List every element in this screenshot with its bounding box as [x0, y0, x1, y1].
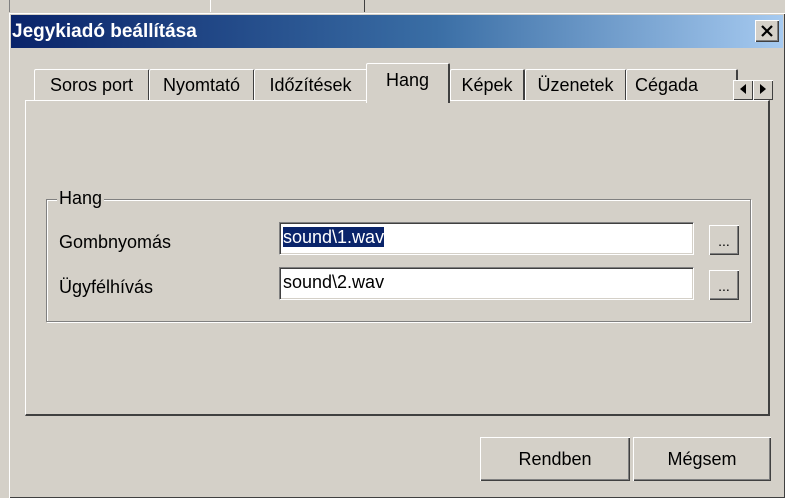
tab-soros-port[interactable]: Soros port: [34, 69, 150, 101]
tab-uzenetek[interactable]: Üzenetek: [525, 69, 627, 101]
tab-panel-hang: Hang Gombnyomás sound\1.wav ... Ügyfélhí…: [25, 100, 770, 416]
window-title: Jegykiadó beállítása: [12, 20, 197, 42]
cancel-button-label: Mégsem: [667, 448, 737, 469]
arrow-right-icon: [759, 81, 767, 99]
title-bar[interactable]: Jegykiadó beállítása: [11, 15, 783, 48]
input-value: sound\1.wav: [283, 227, 385, 247]
tab-scroll-right-button[interactable]: [753, 80, 773, 100]
tab-label: Nyomtató: [162, 75, 241, 95]
customer-call-sound-input[interactable]: sound\2.wav: [279, 267, 694, 300]
button-press-browse-button[interactable]: ...: [709, 225, 739, 255]
arrow-left-icon: [739, 81, 747, 99]
tab-idozitesek[interactable]: Időzítések: [254, 69, 368, 101]
tab-nyomtato[interactable]: Nyomtató: [149, 69, 255, 101]
button-press-sound-input[interactable]: sound\1.wav: [279, 222, 694, 255]
sound-groupbox: Hang Gombnyomás sound\1.wav ... Ügyfélhí…: [46, 188, 751, 322]
tab-scroll-arrows: [733, 80, 773, 100]
browse-label: ...: [718, 278, 730, 294]
browse-label: ...: [718, 233, 730, 249]
groupbox-legend: Hang: [57, 188, 105, 209]
ok-button[interactable]: Rendben: [480, 437, 630, 481]
close-icon: [761, 22, 773, 40]
tab-scroll-left-button[interactable]: [733, 80, 753, 100]
tab-strip: Soros port Nyomtató Időzítések Hang Képe…: [28, 63, 768, 103]
tab-label: Soros port: [49, 75, 134, 95]
cancel-button[interactable]: Mégsem: [633, 437, 771, 481]
tab-kepek[interactable]: Képek: [450, 69, 525, 101]
tab-label: Hang: [385, 70, 430, 90]
tab-cegadatok[interactable]: Cégada: [626, 69, 738, 101]
tab-label: Cégada: [635, 75, 699, 95]
tab-label: Időzítések: [269, 75, 352, 95]
ok-button-label: Rendben: [518, 448, 592, 469]
customer-call-label: Ügyfélhívás: [59, 277, 154, 297]
button-press-label: Gombnyomás: [59, 232, 172, 252]
tab-label: Képek: [461, 75, 513, 95]
customer-call-browse-button[interactable]: ...: [709, 270, 739, 300]
tab-label: Üzenetek: [537, 75, 614, 95]
tab-hang[interactable]: Hang: [366, 63, 450, 103]
input-value: sound\2.wav: [283, 272, 385, 292]
close-button[interactable]: [755, 20, 779, 42]
